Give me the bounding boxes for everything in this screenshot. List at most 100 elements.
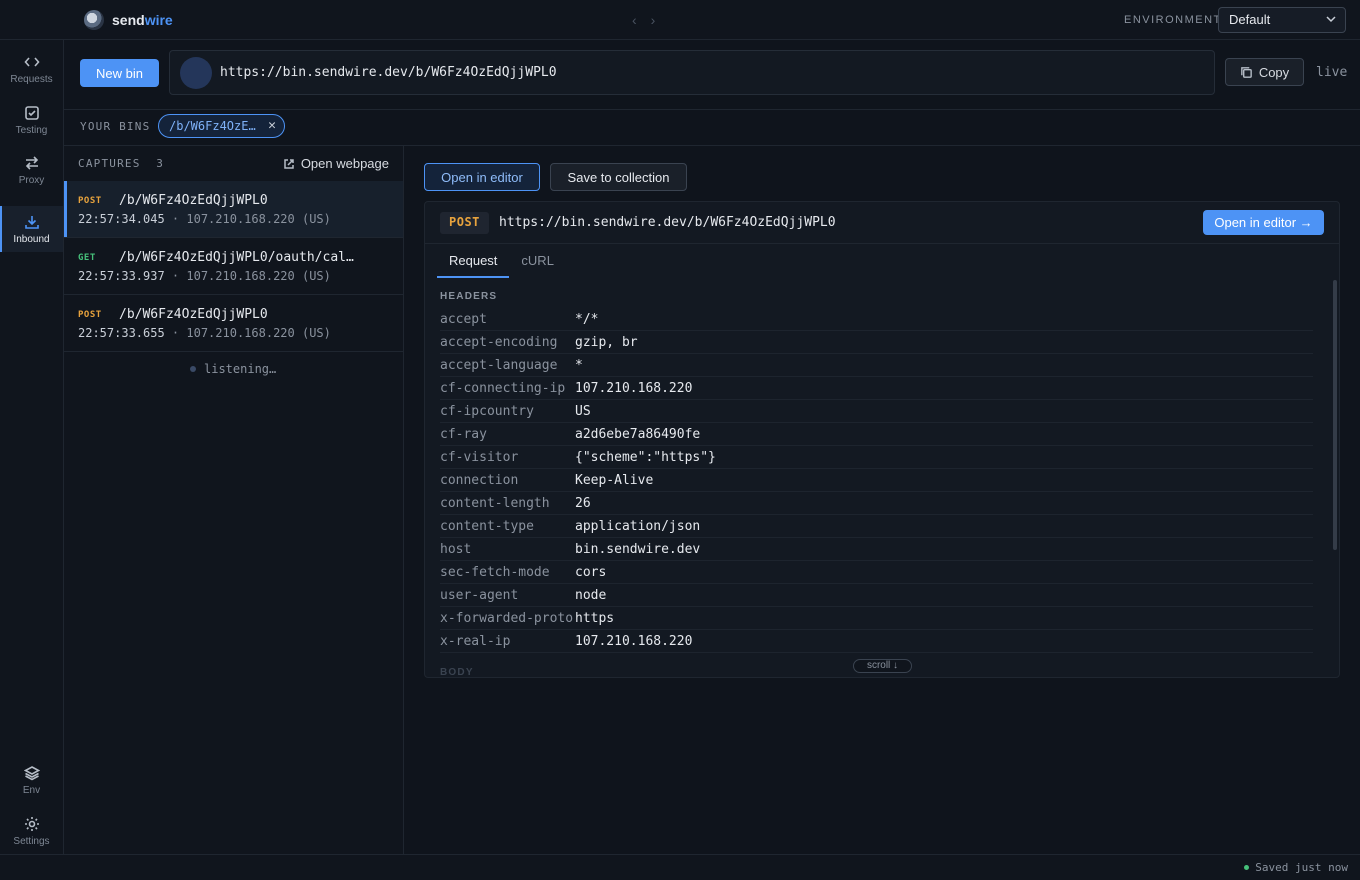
listening-indicator: listening… [190, 362, 276, 376]
header-row: cf-ray a2d6ebe7a86490fe [440, 423, 1313, 446]
header-value: 26 [575, 495, 591, 511]
header-key: accept [440, 311, 487, 327]
nav-arrows: ‹ › [632, 12, 655, 28]
check-square-icon [24, 105, 39, 120]
logo-icon [84, 10, 104, 30]
header-value: Keep-Alive [575, 472, 654, 488]
header-key: host [440, 541, 472, 557]
sidebar-item-settings[interactable]: Settings [0, 808, 63, 854]
bin-chip-label: /b/W6Fz4OzE… [169, 119, 256, 133]
sidebar-item-proxy[interactable]: Proxy [0, 147, 63, 193]
environment-selected-value: Default [1229, 12, 1271, 27]
tab-curl[interactable]: cURL [509, 244, 566, 278]
header-key: cf-ray [440, 426, 487, 442]
bin-url-field[interactable]: https://bin.sendwire.dev/b/W6Fz4OzEdQjjW… [169, 50, 1215, 95]
capture-path: /b/W6Fz4OzEdQjjWPL0 [119, 307, 268, 322]
scroll-hint[interactable]: scroll ↓ [853, 659, 912, 673]
header-value: node [575, 587, 607, 603]
header-key: content-length [440, 495, 550, 511]
header-row: sec-fetch-mode cors [440, 561, 1313, 584]
header-row: accept-encoding gzip, br [440, 331, 1313, 354]
header-row: cf-ipcountry US [440, 400, 1313, 423]
sidebar-item-requests[interactable]: Requests [0, 46, 63, 92]
status-dot-icon [1244, 865, 1250, 870]
header-row: connection Keep-Alive [440, 469, 1313, 492]
bin-url-text: https://bin.sendwire.dev/b/W6Fz4OzEdQjjW… [220, 65, 557, 80]
capture-meta: 22:57:34.045 · 107.210.168.220 (US) [78, 212, 331, 226]
environment-select[interactable]: Default [1218, 7, 1346, 33]
header-row: x-real-ip 107.210.168.220 [440, 630, 1313, 653]
capture-item[interactable]: GET /b/W6Fz4OzEdQjjWPL0/oauth/cal… 22:57… [64, 238, 403, 295]
status-bar: Saved just now [0, 854, 1360, 880]
header-key: accept-language [440, 357, 558, 373]
copy-label: Copy [1258, 64, 1290, 80]
chevron-down-icon [1326, 16, 1336, 23]
forward-arrow-icon[interactable]: › [651, 12, 656, 28]
method-badge: POST [78, 310, 102, 320]
header-key: cf-visitor [440, 449, 519, 465]
method-badge: POST [78, 196, 102, 206]
detail-tabs: Request cURL [437, 244, 566, 278]
header-value: application/json [575, 518, 701, 534]
gear-icon [24, 816, 39, 831]
logo-text: sendwire [112, 12, 173, 28]
header-value: a2d6ebe7a86490fe [575, 426, 701, 442]
header-key: cf-ipcountry [440, 403, 534, 419]
header-row: x-forwarded-proto https [440, 607, 1313, 630]
new-bin-button[interactable]: New bin [80, 59, 159, 87]
capture-meta: 22:57:33.655 · 107.210.168.220 (US) [78, 326, 331, 340]
open-webpage-label: Open webpage [300, 156, 389, 171]
saved-status: Saved just now [1244, 861, 1348, 874]
scrollbar[interactable] [1333, 280, 1337, 550]
bins-row: YOUR BINS /b/W6Fz4OzE… ✕ [64, 110, 1360, 146]
header-row: content-length 26 [440, 492, 1313, 515]
open-in-editor-button[interactable]: Open in editor [424, 163, 540, 191]
your-bins-label: YOUR BINS [80, 120, 151, 133]
header-key: x-forwarded-proto [440, 610, 574, 626]
bin-chip[interactable]: /b/W6Fz4OzE… ✕ [158, 114, 285, 138]
sidebar-item-label: Env [22, 784, 41, 796]
headers-section-title: HEADERS [440, 291, 498, 302]
header-value: 107.210.168.220 [575, 380, 693, 396]
header-key: content-type [440, 518, 534, 534]
capture-item[interactable]: POST /b/W6Fz4OzEdQjjWPL0 22:57:34.045 · … [64, 181, 403, 238]
header-value: * [575, 357, 583, 373]
header-row: accept */* [440, 308, 1313, 331]
sidebar: Requests Testing Proxy Inbound Env Setti… [0, 40, 64, 854]
sidebar-item-inbound[interactable]: Inbound [0, 206, 63, 252]
url-bar-row: New bin https://bin.sendwire.dev/b/W6Fz4… [64, 40, 1360, 110]
live-status: live [1316, 65, 1348, 80]
sidebar-item-testing[interactable]: Testing [0, 97, 63, 143]
arrows-swap-icon [25, 155, 38, 170]
header-row: cf-visitor {"scheme":"https"} [440, 446, 1313, 469]
body-section-title: BODY [440, 667, 474, 678]
code-icon [23, 56, 40, 67]
header-key: user-agent [440, 587, 519, 603]
status-dot-icon [190, 366, 196, 372]
headers-table: accept */* accept-encoding gzip, br accept-l… [440, 308, 1313, 653]
sidebar-item-label: Testing [15, 124, 48, 136]
header-value: https [575, 610, 615, 626]
request-detail-header: POST https://bin.sendwire.dev/b/W6Fz4OzE… [425, 202, 1339, 244]
header-value: bin.sendwire.dev [575, 541, 701, 557]
open-webpage-link[interactable]: Open webpage [283, 156, 389, 171]
header-row: content-type application/json [440, 515, 1313, 538]
sidebar-item-label: Requests [10, 73, 53, 85]
back-arrow-icon[interactable]: ‹ [632, 12, 637, 28]
header-key: x-real-ip [440, 633, 511, 649]
capture-meta: 22:57:33.937 · 107.210.168.220 (US) [78, 269, 331, 283]
sidebar-item-env[interactable]: Env [0, 757, 63, 803]
tab-request[interactable]: Request [437, 244, 510, 278]
close-icon[interactable]: ✕ [268, 118, 276, 133]
capture-item[interactable]: POST /b/W6Fz4OzEdQjjWPL0 22:57:33.655 · … [64, 295, 403, 352]
request-url: https://bin.sendwire.dev/b/W6Fz4OzEdQjjW… [499, 215, 836, 230]
app-logo: sendwire [84, 10, 173, 30]
captures-count: 3 [156, 157, 165, 170]
open-in-editor-arrow-button[interactable]: Open in editor → [1203, 210, 1324, 235]
external-link-icon [284, 158, 294, 169]
top-bar: sendwire ‹ › ENVIRONMENT Default [0, 0, 1360, 40]
captures-header: CAPTURES 3 [78, 157, 165, 170]
sidebar-item-label: Inbound [13, 233, 50, 245]
copy-button[interactable]: Copy [1225, 58, 1304, 86]
save-to-collection-button[interactable]: Save to collection [550, 163, 687, 191]
